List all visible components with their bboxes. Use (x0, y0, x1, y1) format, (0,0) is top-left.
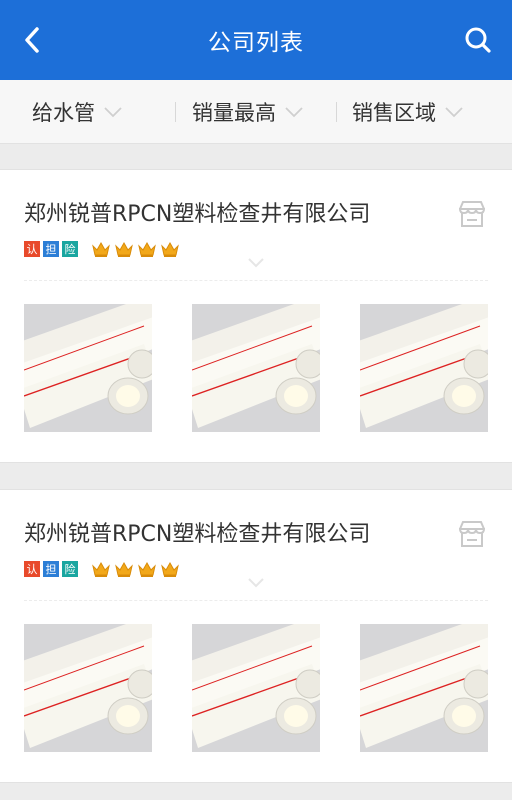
store-icon[interactable] (456, 198, 488, 230)
insurance-badge: 险 (62, 561, 78, 577)
crown-icon (115, 561, 133, 577)
certified-badge: 认 (24, 241, 40, 257)
filter-sort[interactable]: 销量最高 (192, 80, 304, 144)
crown-icon (138, 241, 156, 257)
filter-region[interactable]: 销售区域 (352, 80, 464, 144)
filter-category[interactable]: 给水管 (32, 80, 123, 144)
company-name[interactable]: 郑州锐普RPCN塑料检查井有限公司 (24, 516, 370, 548)
product-image[interactable] (360, 304, 488, 432)
crown-icon (115, 241, 133, 257)
chevron-down-icon (103, 106, 123, 118)
company-card[interactable]: 郑州锐普RPCN塑料检查井有限公司 认 担 险 (0, 169, 512, 463)
filter-divider (175, 102, 176, 122)
guarantee-badge: 担 (43, 561, 59, 577)
certification-badges: 认 担 险 (24, 240, 183, 258)
filter-sort-label: 销量最高 (192, 101, 276, 125)
crown-rating (91, 560, 183, 578)
crown-icon (92, 241, 110, 257)
expand-chevron-icon[interactable] (246, 576, 266, 590)
product-image[interactable] (192, 304, 320, 432)
filter-divider (336, 102, 337, 122)
filter-region-label: 销售区域 (352, 101, 436, 125)
certification-badges: 认 担 险 (24, 560, 183, 578)
product-image[interactable] (24, 624, 152, 752)
search-icon (465, 27, 491, 53)
crown-icon (138, 561, 156, 577)
crown-rating (91, 240, 183, 258)
chevron-down-icon (444, 106, 464, 118)
card-divider (24, 600, 488, 601)
expand-chevron-icon[interactable] (246, 256, 266, 270)
crown-icon (161, 241, 179, 257)
company-card[interactable]: 郑州锐普RPCN塑料检查井有限公司 认 担 险 (0, 489, 512, 783)
crown-icon (92, 561, 110, 577)
product-image[interactable] (192, 624, 320, 752)
crown-icon (161, 561, 179, 577)
page-title: 公司列表 (208, 30, 304, 56)
search-button[interactable] (458, 20, 498, 60)
card-divider (24, 280, 488, 281)
guarantee-badge: 担 (43, 241, 59, 257)
store-icon[interactable] (456, 518, 488, 550)
product-image[interactable] (360, 624, 488, 752)
app-header: 公司列表 (0, 0, 512, 80)
product-image[interactable] (24, 304, 152, 432)
filter-bar: 给水管 销量最高 销售区域 (0, 80, 512, 144)
certified-badge: 认 (24, 561, 40, 577)
filter-category-label: 给水管 (32, 101, 95, 125)
company-name[interactable]: 郑州锐普RPCN塑料检查井有限公司 (24, 196, 370, 228)
insurance-badge: 险 (62, 241, 78, 257)
chevron-down-icon (284, 106, 304, 118)
